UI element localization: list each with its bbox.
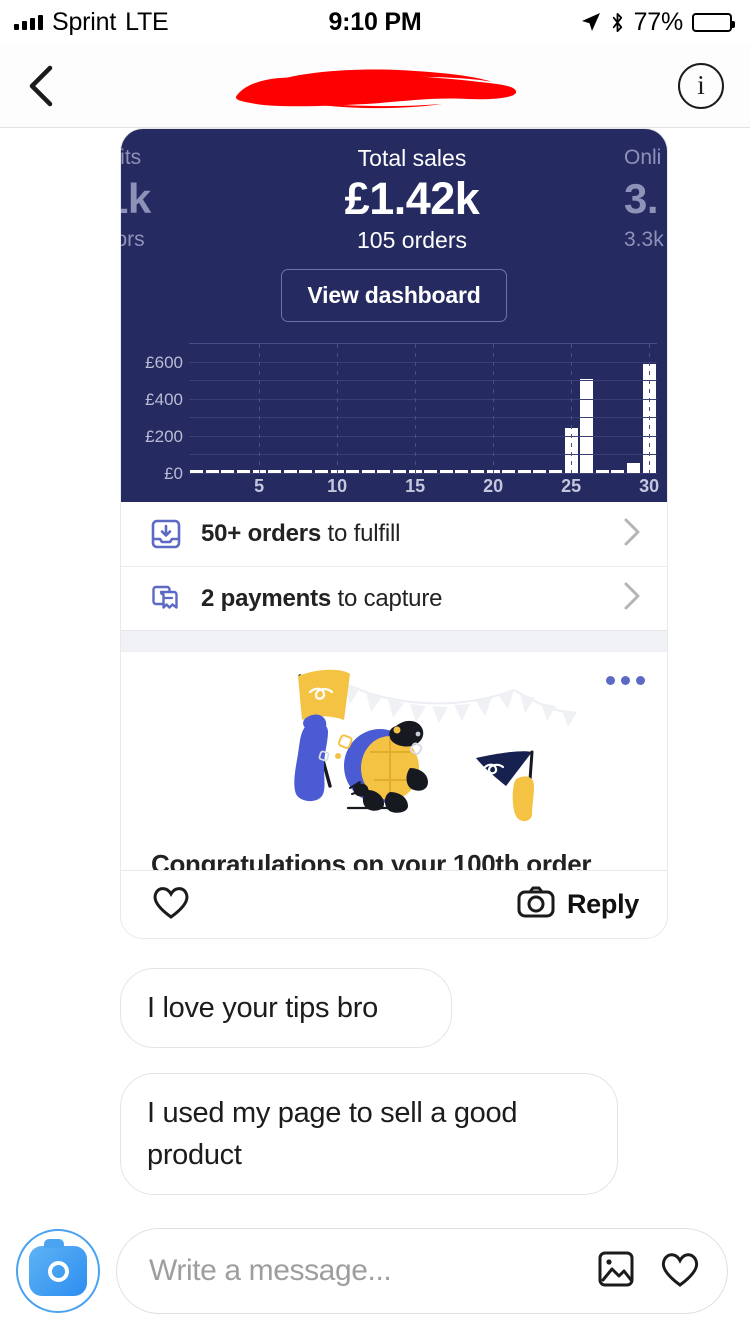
stat-online-store-visits: isits 1k itors bbox=[120, 139, 200, 255]
view-dashboard-button[interactable]: View dashboard bbox=[281, 269, 507, 322]
reply-button[interactable]: Reply bbox=[517, 886, 639, 923]
chart-y-tick-label: £200 bbox=[145, 426, 183, 446]
carrier-label: Sprint bbox=[52, 7, 117, 36]
reply-label: Reply bbox=[566, 889, 639, 919]
chart-x-tick-label: 5 bbox=[254, 476, 265, 496]
chart-x-tick-label: 30 bbox=[639, 476, 660, 496]
card-action-row[interactable]: 2 payments to capture bbox=[121, 566, 667, 630]
stats-row: isits 1k itors Total sales £1.42k 105 or… bbox=[121, 139, 667, 255]
message-composer[interactable]: Write a message... bbox=[0, 1209, 750, 1333]
chart-vertical-gridline bbox=[337, 344, 339, 474]
back-chevron-icon[interactable] bbox=[26, 64, 56, 108]
card-action-row[interactable]: 50+ orders to fulfill bbox=[121, 502, 667, 566]
message-text: I used my page to sell a good product bbox=[147, 1097, 518, 1171]
announcement-block[interactable]: Congratulations on your 100th order bbox=[121, 652, 667, 870]
photo-icon[interactable] bbox=[597, 1250, 635, 1293]
card-footer: Reply bbox=[121, 870, 667, 938]
camera-button-glyph bbox=[29, 1239, 87, 1296]
stat-right-label: Onli bbox=[624, 146, 662, 169]
chart-x-tick-label: 25 bbox=[561, 476, 582, 496]
location-arrow-icon bbox=[581, 12, 601, 32]
orders-inbox-icon bbox=[151, 519, 181, 549]
signal-bars-icon bbox=[14, 14, 43, 30]
more-dots-icon[interactable] bbox=[606, 676, 645, 685]
status-bar-left: Sprint LTE bbox=[14, 8, 169, 37]
chart-y-tick-label: £600 bbox=[145, 352, 183, 372]
total-sales-label: Total sales bbox=[357, 145, 467, 171]
redacted-conversation-title bbox=[230, 64, 520, 108]
chart-vertical-gridline bbox=[571, 344, 573, 474]
message-bubble[interactable]: I used my page to sell a good product bbox=[120, 1073, 618, 1195]
chart-vertical-gridline bbox=[493, 344, 495, 474]
total-sales-orders: 105 orders bbox=[357, 227, 467, 253]
chart-y-tick-label: £400 bbox=[145, 389, 183, 409]
conversation-info-button[interactable]: i bbox=[678, 62, 724, 109]
nav-bar: i bbox=[0, 44, 750, 128]
message-bubble[interactable]: I love your tips bro bbox=[120, 968, 452, 1048]
stat-online-store-sessions: Onli 3. 3.3k bbox=[624, 139, 667, 255]
chevron-right-icon bbox=[623, 581, 641, 616]
total-sales-value: £1.42k bbox=[344, 173, 480, 224]
message-thread[interactable]: isits 1k itors Total sales £1.42k 105 or… bbox=[0, 128, 750, 1333]
status-bar-right: 77% bbox=[581, 7, 735, 37]
chart-x-tick-label: 20 bbox=[483, 476, 504, 496]
battery-percent-label: 77% bbox=[633, 7, 684, 36]
shared-shopify-card[interactable]: isits 1k itors Total sales £1.42k 105 or… bbox=[120, 128, 668, 939]
chart-plot-area bbox=[189, 343, 657, 474]
sales-bar-chart: £0 £200 £400 £600 5 10 15 20 25 30 bbox=[121, 343, 667, 502]
stat-right-sub: 3.3k bbox=[624, 228, 664, 251]
announcement-headline: Congratulations on your 100th order bbox=[151, 849, 592, 870]
chart-y-axis: £0 £200 £400 £600 bbox=[121, 344, 183, 483]
chart-x-axis: 5 10 15 20 25 30 bbox=[189, 476, 660, 502]
dashboard-button-wrap: View dashboard bbox=[121, 269, 667, 322]
stat-left-value: 1k bbox=[121, 175, 151, 222]
camera-icon bbox=[517, 886, 555, 923]
card-action-count: 2 payments bbox=[201, 584, 332, 612]
chart-x-tick-label: 10 bbox=[327, 476, 348, 496]
heart-icon[interactable] bbox=[659, 1250, 701, 1293]
card-action-count: 50+ orders bbox=[201, 520, 322, 547]
heart-icon[interactable] bbox=[151, 884, 191, 925]
info-label: i bbox=[697, 70, 705, 100]
stat-total-sales: Total sales £1.42k 105 orders bbox=[200, 139, 624, 255]
network-type-label: LTE bbox=[125, 7, 169, 36]
chart-bar bbox=[580, 379, 594, 474]
chevron-right-icon bbox=[623, 517, 641, 552]
message-input[interactable]: Write a message... bbox=[116, 1228, 728, 1314]
bluetooth-icon bbox=[610, 12, 625, 33]
chart-y-tick-label: £0 bbox=[164, 464, 183, 483]
card-action-list[interactable]: 50+ orders to fulfill 2 payments to captu… bbox=[121, 502, 667, 630]
card-action-label: 50+ orders to fulfill bbox=[201, 520, 401, 547]
chart-x-tick-label: 15 bbox=[405, 476, 426, 496]
payments-receipt-icon bbox=[151, 584, 181, 614]
camera-button[interactable] bbox=[16, 1229, 100, 1313]
stat-left-sub: itors bbox=[121, 228, 145, 251]
camera-lens-icon bbox=[47, 1260, 69, 1282]
battery-icon bbox=[692, 12, 735, 32]
message-input-placeholder: Write a message... bbox=[149, 1254, 392, 1287]
stat-left-label: isits bbox=[120, 146, 142, 169]
chart-vertical-gridline bbox=[649, 344, 651, 474]
chart-inner: £0 £200 £400 £600 5 10 15 20 25 30 bbox=[121, 343, 659, 496]
message-text: I love your tips bro bbox=[147, 992, 378, 1024]
chart-vertical-gridline bbox=[259, 344, 261, 474]
chart-bar-slot bbox=[579, 379, 595, 474]
status-bar: Sprint LTE 9:10 PM 77% bbox=[0, 0, 750, 44]
section-divider bbox=[121, 630, 667, 652]
card-action-label: 2 payments to capture bbox=[201, 584, 443, 612]
celebration-turtle-illustration bbox=[294, 669, 577, 822]
stat-right-value: 3. bbox=[624, 175, 659, 222]
card-hero: isits 1k itors Total sales £1.42k 105 or… bbox=[121, 129, 667, 502]
chart-vertical-gridline bbox=[415, 344, 417, 474]
